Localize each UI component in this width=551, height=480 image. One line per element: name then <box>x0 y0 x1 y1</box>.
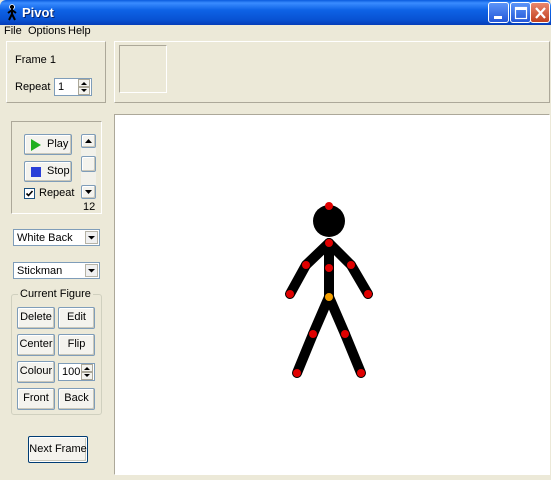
pivot-handle-right-hand[interactable] <box>364 290 372 298</box>
pivot-handle-neck[interactable] <box>325 239 333 247</box>
stop-icon <box>31 167 41 177</box>
repeat-spin-down[interactable] <box>78 87 90 95</box>
colour-spin-down[interactable] <box>81 372 93 380</box>
title-bar[interactable]: Pivot <box>0 0 551 25</box>
menu-file[interactable]: File <box>4 25 22 37</box>
frame-thumbnail[interactable] <box>119 45 167 93</box>
speed-value: 12 <box>83 201 96 213</box>
figure-lower-arm-right <box>346 260 373 299</box>
pivot-handle-right-foot[interactable] <box>357 369 365 377</box>
next-frame-button[interactable]: Next Frame <box>28 436 88 463</box>
colour-spinner-value: 100 <box>62 366 81 378</box>
repeat-checkbox-label: Repeat <box>39 187 75 199</box>
figure-lower-arm-left <box>285 260 311 299</box>
colour-button[interactable]: Colour <box>17 361 55 383</box>
frame-label: Frame 1 <box>15 54 56 66</box>
down-arrow-icon <box>84 374 90 377</box>
current-figure-group-label: Current Figure <box>18 288 93 300</box>
pivot-origin-handle[interactable] <box>325 293 333 301</box>
dropdown-arrow[interactable] <box>85 231 98 244</box>
background-select[interactable]: White Back <box>13 229 100 246</box>
menu-options[interactable]: Options <box>28 25 66 37</box>
stop-label: Stop <box>47 165 70 177</box>
pivot-handle-chest[interactable] <box>325 264 333 272</box>
close-icon <box>535 7 546 19</box>
play-label: Play <box>47 138 69 150</box>
scroll-down-button[interactable] <box>81 185 96 199</box>
front-button[interactable]: Front <box>17 388 55 410</box>
minimize-button[interactable] <box>488 2 509 23</box>
pivot-handle-left-foot[interactable] <box>293 369 301 377</box>
background-select-value: White Back <box>17 232 73 244</box>
edit-button[interactable]: Edit <box>58 307 95 329</box>
up-arrow-icon <box>85 139 92 143</box>
scroll-up-button[interactable] <box>81 134 96 148</box>
up-arrow-icon <box>81 82 87 85</box>
repeat-spin-up[interactable] <box>78 79 90 87</box>
repeat-checkbox[interactable] <box>24 188 35 199</box>
figure-thigh-right <box>324 292 350 339</box>
scroll-thumb[interactable] <box>81 156 96 172</box>
chevron-down-icon <box>88 269 95 273</box>
repeat-label: Repeat : <box>15 81 57 93</box>
stickman-figure[interactable] <box>115 115 551 476</box>
pivot-handle-left-elbow[interactable] <box>302 261 310 269</box>
colour-spin-up[interactable] <box>81 364 93 372</box>
chevron-down-icon <box>88 236 95 240</box>
playback-panel: Play Stop Repeat 12 <box>11 121 102 214</box>
maximize-icon <box>514 6 528 20</box>
window-title: Pivot <box>22 5 54 20</box>
speed-scrollbar[interactable] <box>81 134 96 199</box>
figure-shin-left <box>292 329 318 378</box>
figure-type-select-value: Stickman <box>17 265 63 277</box>
play-icon <box>31 139 41 151</box>
figure-shin-right <box>340 329 366 378</box>
drawing-canvas[interactable] <box>114 114 550 475</box>
dropdown-arrow[interactable] <box>85 264 98 277</box>
pivot-handle-left-hand[interactable] <box>286 290 294 298</box>
pivot-handle-left-knee[interactable] <box>309 330 317 338</box>
pivot-handle-head[interactable] <box>325 202 333 210</box>
down-arrow-icon <box>81 89 87 92</box>
repeat-spinner-value: 1 <box>58 81 65 93</box>
menu-help[interactable]: Help <box>68 25 91 37</box>
repeat-spinner[interactable]: 1 <box>54 78 92 96</box>
menu-bar: File Options Help <box>0 25 551 39</box>
stop-button[interactable]: Stop <box>24 161 72 182</box>
play-button[interactable]: Play <box>24 134 72 155</box>
back-button[interactable]: Back <box>58 388 95 410</box>
minimize-icon <box>494 16 502 19</box>
colour-spinner[interactable]: 100 <box>58 363 95 381</box>
checkmark-icon <box>25 190 34 197</box>
down-arrow-icon <box>85 190 92 194</box>
frame-info-panel: Frame 1 Repeat : 1 <box>6 41 106 103</box>
timeline-strip <box>114 41 550 103</box>
close-button[interactable] <box>530 2 550 23</box>
figure-type-select[interactable]: Stickman <box>13 262 100 279</box>
stickman-app-icon <box>7 4 17 21</box>
center-button[interactable]: Center <box>17 334 55 356</box>
maximize-button[interactable] <box>510 2 531 23</box>
pivot-handle-right-elbow[interactable] <box>347 261 355 269</box>
up-arrow-icon <box>84 367 90 370</box>
delete-button[interactable]: Delete <box>17 307 55 329</box>
pivot-handle-right-knee[interactable] <box>341 330 349 338</box>
flip-button[interactable]: Flip <box>58 334 95 356</box>
